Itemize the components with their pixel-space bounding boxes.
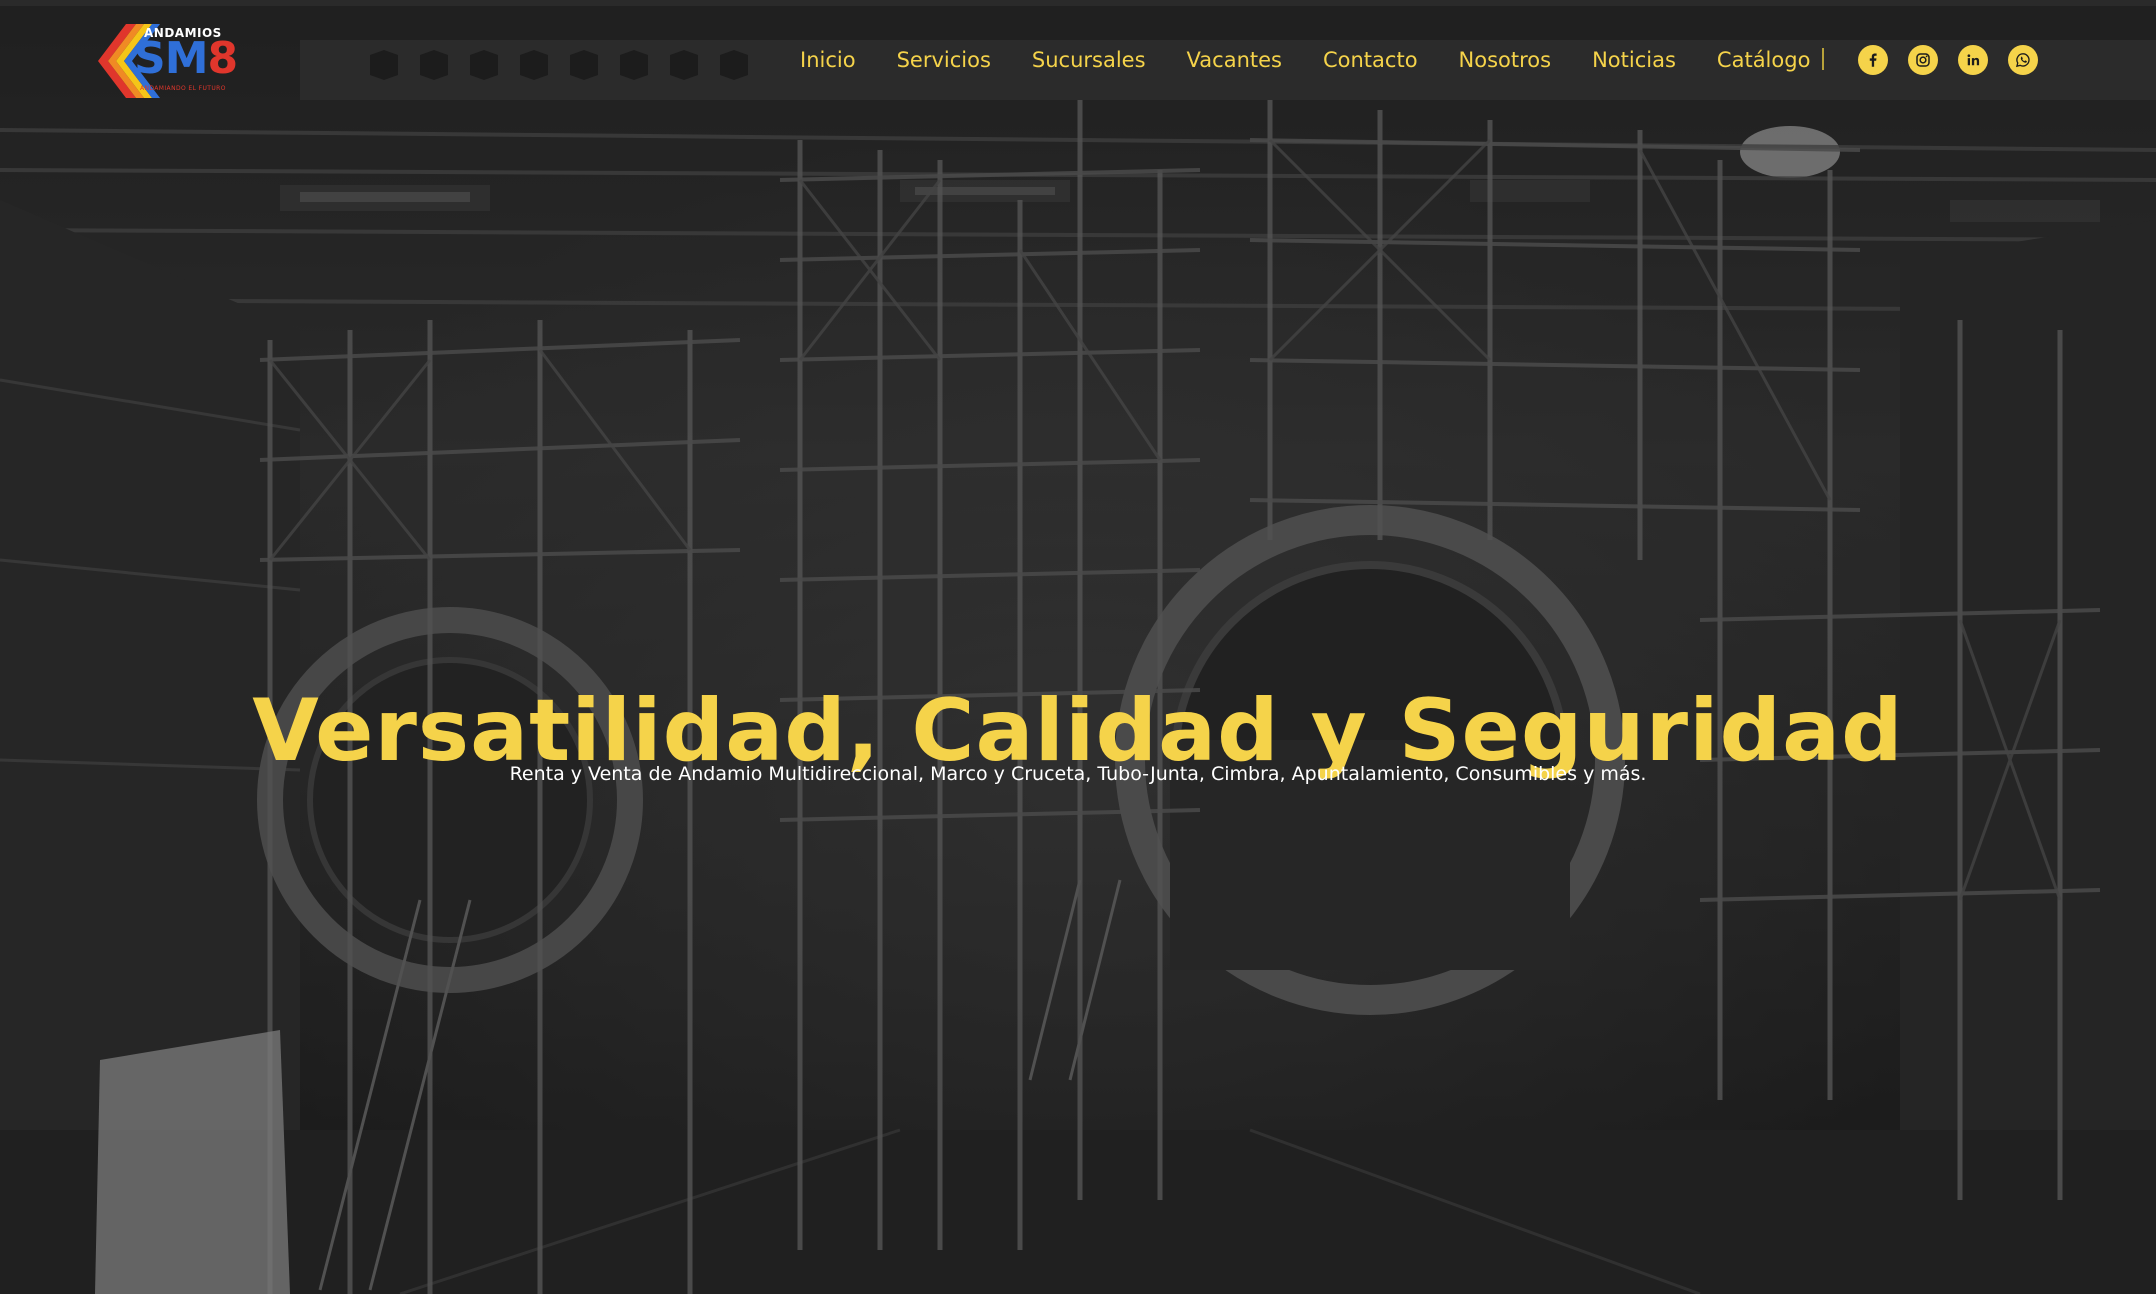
- dark-overlay: [0, 0, 2156, 1294]
- logo-number: 8: [207, 33, 238, 84]
- logo-letters: SM: [134, 33, 208, 84]
- instagram-icon: [1916, 53, 1930, 67]
- hero-section: ANDAMIOS SM8 ANDAMIANDO EL FUTURO Inicio…: [0, 0, 2156, 1294]
- whatsapp-button[interactable]: [2008, 45, 2038, 75]
- brand-logo[interactable]: ANDAMIOS SM8 ANDAMIANDO EL FUTURO: [96, 22, 238, 100]
- facebook-icon: [1869, 53, 1877, 67]
- nav-item-inicio[interactable]: Inicio: [800, 48, 856, 72]
- nav-item-catalogo[interactable]: Catálogo: [1717, 48, 1811, 72]
- main-nav: Inicio Servicios Sucursales Vacantes Con…: [800, 40, 1810, 80]
- instagram-button[interactable]: [1908, 45, 1938, 75]
- logo-main-text: SM8: [134, 33, 238, 84]
- nav-item-contacto[interactable]: Contacto: [1323, 48, 1418, 72]
- nav-item-sucursales[interactable]: Sucursales: [1032, 48, 1146, 72]
- nav-item-nosotros[interactable]: Nosotros: [1459, 48, 1552, 72]
- linkedin-icon: [1967, 54, 1980, 66]
- hero-subtitle: Renta y Venta de Andamio Multidirecciona…: [509, 763, 1647, 785]
- social-links: [1858, 45, 2038, 75]
- whatsapp-icon: [2015, 53, 2030, 68]
- site-header: ANDAMIOS SM8 ANDAMIANDO EL FUTURO Inicio…: [0, 0, 2156, 120]
- linkedin-button[interactable]: [1958, 45, 1988, 75]
- nav-item-vacantes[interactable]: Vacantes: [1187, 48, 1282, 72]
- nav-item-noticias[interactable]: Noticias: [1592, 48, 1676, 72]
- nav-item-servicios[interactable]: Servicios: [897, 48, 991, 72]
- facebook-button[interactable]: [1858, 45, 1888, 75]
- logo-tagline: ANDAMIANDO EL FUTURO: [140, 85, 226, 92]
- nav-divider: [1822, 48, 1824, 70]
